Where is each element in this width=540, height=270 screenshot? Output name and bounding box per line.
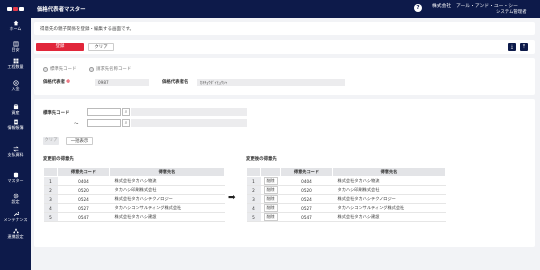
table-row: 5 削除 0547 株式会社タカハシ建設 [246,212,446,222]
sidebar-item-process[interactable]: 工程数量 [0,58,31,69]
company-name: 株式会社 アール・アンド・ユー・シー [432,4,518,9]
after-section-title: 変更後の得意先 [246,157,277,162]
delete-button[interactable]: 削除 [263,186,278,194]
upload-icon[interactable]: ⤒ [520,43,528,51]
after-table: 得意先コード 得意先名 1 削除 0404 株式会社タカハシ物流 2 削除 0520 タカハ… [246,167,446,222]
radio-circle-icon [89,66,94,72]
sidebar-item-ledger[interactable]: 情報帳簿 [0,119,31,130]
company-logo [0,0,31,18]
delete-button[interactable]: 削除 [263,177,278,185]
range-separator: 〜 [74,122,79,127]
column-header [260,167,281,177]
before-table: 得意先コード 得意先名 1 0404 株式会社タカハシ物流 2 0520 タカハシ印刷株… [43,167,225,222]
mode-radio-rep[interactable]: 標準先コード [43,66,76,72]
table-row[interactable]: 4 0527 タカハシコンサルティング株式会社 [43,203,225,213]
mode-radio-sub[interactable]: 請求先名称コード [89,66,131,72]
customer-code-to-input[interactable] [87,119,121,127]
customer-name-to [131,119,247,127]
table-row: 4 削除 0527 タカハシコンサルティング株式会社 [246,203,446,213]
before-section-title: 変更前の得意先 [43,157,74,162]
table-row[interactable]: 1 0404 株式会社タカハシ物流 [43,176,225,186]
download-icon[interactable]: ⤓ [508,43,516,51]
user-name: システム管理者 [496,10,527,15]
representative-card: 標準先コード 請求先名称コード 価格代表者※ 0987 価格代表者名 ｶｷﾁｮｳ… [34,58,535,95]
sidebar-item-master[interactable]: マスター [0,172,31,183]
sidebar-item-integration[interactable]: 連携設定 [0,228,31,239]
column-header: 得意先コード [57,167,110,177]
column-header: 得意先コード [280,167,333,177]
top-bar: 価格代表者マスター ? 株式会社 アール・アンド・ユー・シー システム管理者 ▾ [31,0,540,18]
rep-code-label: 価格代表者※ [43,80,71,85]
sidebar-item-home[interactable]: ホーム [0,20,31,31]
delete-button[interactable]: 削除 [263,204,278,212]
column-header: 得意先名 [109,167,225,177]
table-row[interactable]: 5 0547 株式会社タカハシ建設 [43,212,225,222]
help-icon[interactable]: ? [414,4,422,12]
table-row[interactable]: 3 0524 株式会社タカハシテクノロジー [43,194,225,204]
page-title: 価格代表者マスター [37,7,86,13]
search-icon[interactable]: ⌕ [122,119,130,127]
radio-circle-icon [43,66,48,72]
column-header: 得意先名 [332,167,446,177]
batch-display-button[interactable]: 一括表示 [66,137,93,145]
column-header [246,167,261,177]
customer-code-from-input[interactable] [87,108,121,116]
clear-button[interactable]: クリア [88,43,114,51]
customer-card: 標準先コード ⌕ 〜 ⌕ クリア 一括表示 変更前の得意先 得意先コード 得意先… [34,99,535,247]
sidebar: ホーム 目安 工程数量 入金 資産 情報帳簿 支払資料 マスター 設定 メンテナ… [0,0,31,270]
sidebar-item-assets[interactable]: 資産 [0,104,31,115]
arrow-right-icon: ➡ [228,193,236,203]
delete-button[interactable]: 削除 [263,213,278,221]
customer-code-label: 標準先コード [43,111,70,116]
delete-button[interactable]: 削除 [263,195,278,203]
sidebar-item-payables[interactable]: 支払資料 [0,146,31,157]
rep-code-value: 0987 [95,79,149,86]
table-row: 1 削除 0404 株式会社タカハシ物流 [246,176,446,186]
sidebar-item-guide[interactable]: 目安 [0,41,31,52]
search-clear-button[interactable]: クリア [43,137,59,145]
rep-name-label: 価格代表者名 [162,80,189,85]
sidebar-item-maintenance[interactable]: メンテナンス [0,211,31,222]
rep-name-value: ｶｷﾁｮｳﾀﾞｲﾋｮｳｼｬ [197,79,345,86]
intro-card: 得意先の親子関係を登録・編集する画面です。 [34,22,535,35]
sidebar-item-payment[interactable]: 入金 [0,80,31,91]
table-row: 2 削除 0520 タカハシ印刷株式会社 [246,185,446,195]
required-mark: ※ [65,80,71,85]
customer-name-from [131,108,247,116]
toolbar-card: 登録 クリア ⤓ ⤒ [34,40,535,54]
table-row: 3 削除 0524 株式会社タカハシテクノロジー [246,194,446,204]
table-row[interactable]: 2 0520 タカハシ印刷株式会社 [43,185,225,195]
column-header [43,167,58,177]
page-description: 得意先の親子関係を登録・編集する画面です。 [40,27,135,32]
register-button[interactable]: 登録 [36,43,84,51]
sidebar-item-settings[interactable]: 設定 [0,193,31,204]
search-icon[interactable]: ⌕ [122,108,130,116]
